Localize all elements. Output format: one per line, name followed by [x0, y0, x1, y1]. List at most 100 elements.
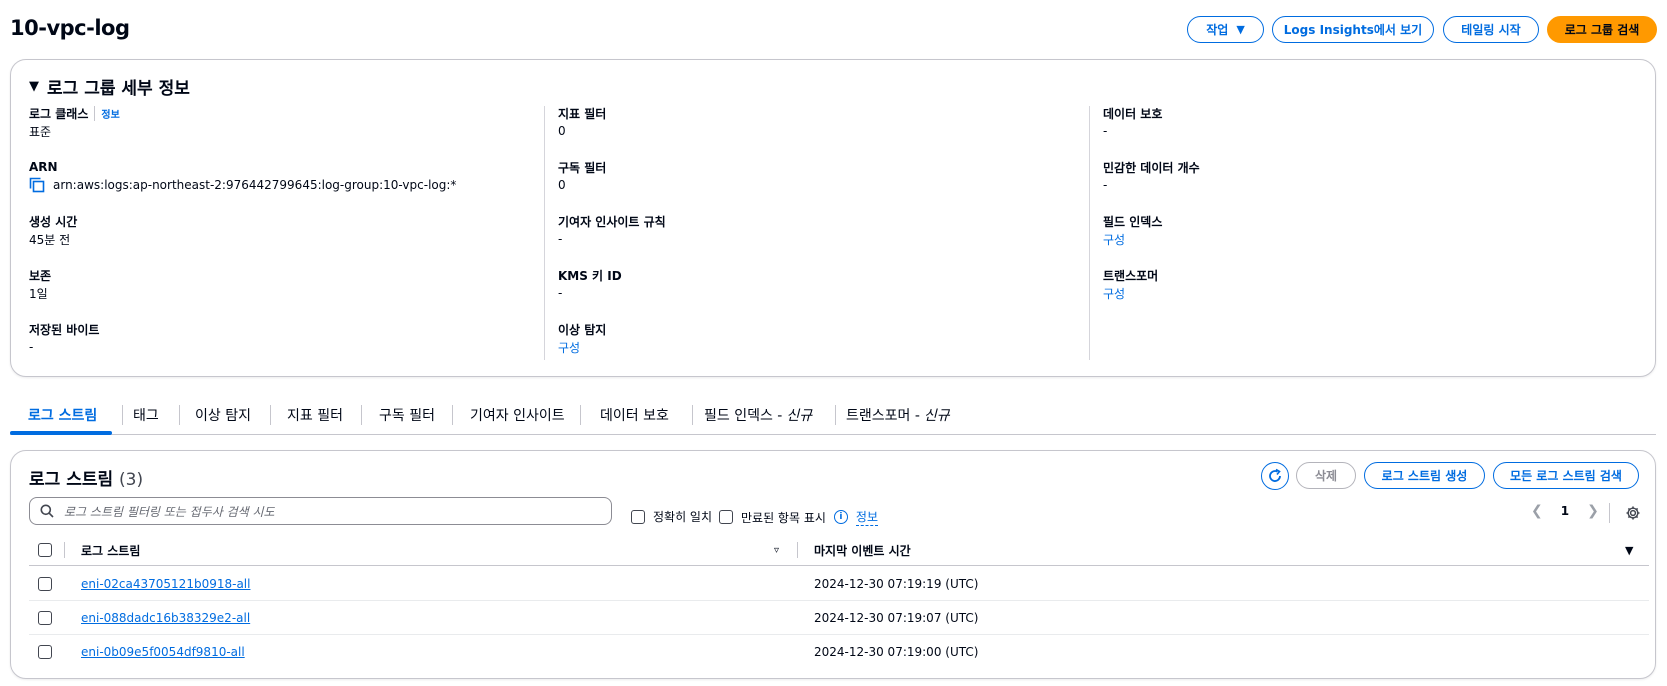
column-divider	[1089, 106, 1090, 360]
field-label: ARN	[29, 160, 58, 174]
start-tailing-button[interactable]: 테일링 시작	[1443, 16, 1539, 43]
show-expired-label: 만료된 항목 표시	[741, 510, 826, 525]
field-label: 구독 필터	[558, 160, 607, 175]
field-label: 이상 탐지	[558, 322, 607, 337]
field-creation-time: 생성 시간 45분 전	[29, 212, 549, 266]
tab-log-streams[interactable]: 로그 스트림	[28, 395, 97, 435]
info-link[interactable]: 정보	[94, 105, 120, 121]
tab-anomaly-detection[interactable]: 이상 탐지	[195, 395, 251, 435]
field-value: 0	[558, 124, 566, 138]
field-label: 지표 필터	[558, 106, 607, 121]
configure-anomaly-link[interactable]: 구성	[558, 338, 1078, 356]
delete-button[interactable]: 삭제	[1296, 462, 1356, 489]
tab-label: 트랜스포머 -	[846, 408, 920, 424]
table-row: eni-0b09e5f0054df9810-all 2024-12-30 07:…	[29, 635, 1649, 669]
column-header-log-stream[interactable]: 로그 스트림	[81, 534, 140, 566]
exact-match-option[interactable]: 정확히 일치	[631, 508, 712, 525]
actions-dropdown-button[interactable]: 작업 ▼	[1187, 16, 1264, 43]
show-expired-checkbox[interactable]	[719, 510, 733, 524]
log-stream-link[interactable]: eni-088dadc16b38329e2-all	[81, 601, 250, 635]
gear-icon[interactable]	[1625, 505, 1641, 521]
field-value: 1일	[29, 286, 48, 301]
last-event-time: 2024-12-30 07:19:07 (UTC)	[814, 611, 979, 625]
field-transformer: 트랜스포머 구성	[1103, 266, 1623, 320]
last-event-time: 2024-12-30 07:19:19 (UTC)	[814, 577, 979, 591]
current-page[interactable]: 1	[1561, 504, 1569, 518]
field-field-index: 필드 인덱스 구성	[1103, 212, 1623, 266]
configure-transformer-link[interactable]: 구성	[1103, 284, 1623, 302]
select-all-checkbox[interactable]	[38, 543, 52, 557]
column-divider	[64, 542, 65, 558]
field-label: KMS 키 ID	[558, 268, 622, 283]
details-toggle[interactable]: ▼ 로그 그룹 세부 정보	[29, 74, 190, 99]
info-link[interactable]: 정보	[855, 508, 879, 526]
log-stream-link[interactable]: eni-02ca43705121b0918-all	[81, 567, 250, 601]
field-value: -	[558, 286, 563, 300]
column-header-last-event-time[interactable]: 마지막 이벤트 시간	[814, 534, 911, 566]
search-log-group-button[interactable]: 로그 그룹 검색	[1547, 16, 1657, 43]
details-title: 로그 그룹 세부 정보	[47, 79, 190, 99]
field-value: 표준	[29, 124, 52, 139]
field-label: 필드 인덱스	[1103, 214, 1163, 229]
field-value: -	[558, 232, 563, 246]
row-checkbox[interactable]	[38, 611, 52, 625]
last-event-time: 2024-12-30 07:19:00 (UTC)	[814, 645, 979, 659]
caret-down-icon: ▼	[29, 79, 39, 94]
row-checkbox[interactable]	[38, 645, 52, 659]
tab-divider	[452, 405, 453, 425]
tab-transformer[interactable]: 트랜스포머 - 신규	[846, 395, 950, 435]
tab-divider	[835, 405, 836, 425]
field-kms-key: KMS 키 ID -	[558, 266, 1078, 320]
tab-contributor-insights[interactable]: 기여자 인사이트	[470, 395, 565, 435]
details-column-1: 로그 클래스 정보 표준 ARN arn:aws:logs:ap-northeas…	[29, 104, 549, 374]
active-tab-indicator	[10, 431, 112, 435]
field-label: 로그 클래스	[29, 106, 89, 121]
column-divider	[797, 542, 798, 558]
tab-label: 필드 인덱스 -	[704, 408, 783, 424]
chevron-right-icon[interactable]: ❯	[1587, 503, 1599, 519]
streams-heading: 로그 스트림 (3)	[29, 465, 143, 490]
sort-desc-icon[interactable]: ▼	[1625, 534, 1633, 566]
refresh-button[interactable]	[1261, 462, 1289, 490]
field-value: 0	[558, 178, 566, 192]
create-log-stream-button[interactable]: 로그 스트림 생성	[1364, 462, 1485, 489]
refresh-icon	[1269, 468, 1281, 482]
field-subscription-filters: 구독 필터 0	[558, 158, 1078, 212]
page-title: 10-vpc-log	[10, 16, 130, 40]
pager-divider	[1609, 503, 1610, 523]
field-label: 트랜스포머	[1103, 268, 1159, 283]
tab-divider	[361, 405, 362, 425]
sort-icon[interactable]: ▿	[774, 534, 779, 566]
exact-match-checkbox[interactable]	[631, 509, 645, 524]
column-divider	[544, 106, 545, 360]
field-value: -	[1103, 178, 1108, 192]
chevron-left-icon[interactable]: ❮	[1531, 503, 1543, 519]
field-metric-filters: 지표 필터 0	[558, 104, 1078, 158]
show-expired-option[interactable]: 만료된 항목 표시 i 정보	[719, 508, 879, 526]
copy-icon[interactable]	[29, 177, 45, 193]
field-label: 민감한 데이터 개수	[1103, 160, 1200, 175]
tab-subscription-filters[interactable]: 구독 필터	[379, 395, 435, 435]
tab-divider	[270, 405, 271, 425]
tab-bar: 로그 스트림 태그 이상 탐지 지표 필터 구독 필터 기여자 인사이트 데이터…	[10, 395, 1656, 435]
tab-divider	[692, 405, 693, 425]
pagination: ❮ 1 ❯	[1531, 503, 1599, 519]
tab-data-protection[interactable]: 데이터 보호	[600, 395, 669, 435]
field-value: -	[1103, 124, 1108, 138]
tab-divider	[580, 405, 581, 425]
tab-field-index[interactable]: 필드 인덱스 - 신규	[704, 395, 812, 435]
search-input[interactable]: 로그 스트림 필터링 또는 접두사 검색 시도	[29, 497, 612, 525]
field-data-protection: 데이터 보호 -	[1103, 104, 1623, 158]
search-icon	[40, 504, 54, 518]
configure-field-index-link[interactable]: 구성	[1103, 230, 1623, 248]
row-checkbox[interactable]	[38, 577, 52, 591]
streams-count: (3)	[119, 470, 144, 490]
view-logs-insights-button[interactable]: Logs Insights에서 보기	[1272, 16, 1434, 43]
search-all-log-streams-button[interactable]: 모든 로그 스트림 검색	[1493, 462, 1639, 489]
tab-tags[interactable]: 태그	[133, 395, 159, 435]
field-label: 생성 시간	[29, 214, 78, 229]
field-label: 데이터 보호	[1103, 106, 1163, 121]
search-placeholder: 로그 스트림 필터링 또는 접두사 검색 시도	[64, 504, 275, 519]
log-stream-link[interactable]: eni-0b09e5f0054df9810-all	[81, 635, 245, 669]
tab-metric-filters[interactable]: 지표 필터	[287, 395, 343, 435]
